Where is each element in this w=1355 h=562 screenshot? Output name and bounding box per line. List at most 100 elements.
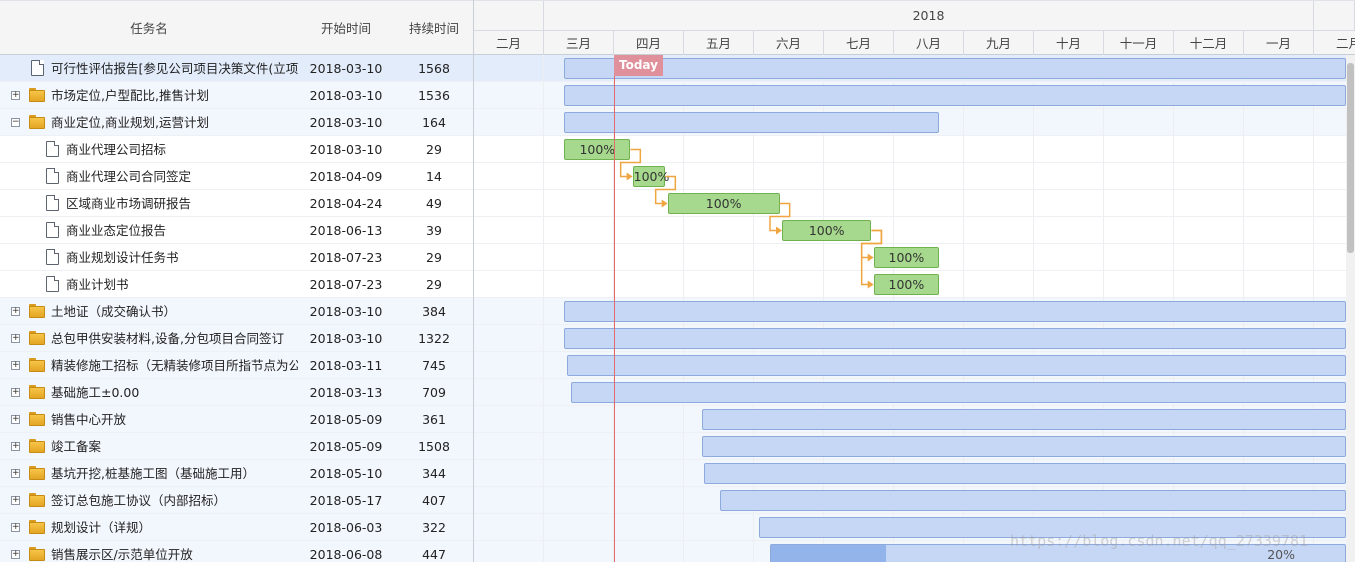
task-name: 商业代理公司招标 [66,142,167,157]
dependency-link[interactable] [619,148,642,178]
task-duration: 361 [422,412,446,427]
task-start-date: 2018-03-10 [309,331,383,346]
task-start-date: 2018-06-13 [309,223,383,238]
table-row[interactable]: + 签订总包施工协议（内部招标） 2018-05-17 407 [0,487,473,514]
scrollbar-thumb[interactable] [1347,63,1354,253]
expand-icon[interactable]: + [11,550,20,559]
task-start-date: 2018-05-09 [309,412,383,427]
document-icon [46,195,59,211]
task-start-date: 2018-03-10 [309,88,383,103]
collapse-icon[interactable]: − [11,118,20,127]
document-icon [46,249,59,265]
table-row[interactable]: 商业计划书 2018-07-23 29 [0,271,473,298]
task-start-date: 2018-06-08 [309,547,383,562]
column-header-duration[interactable]: 持续时间 [394,1,473,56]
task-name: 区域商业市场调研报告 [66,196,192,211]
task-start-date: 2018-06-03 [309,520,383,535]
table-row[interactable]: + 精装修施工招标（无精装修项目所指节点为公开 2018-03-11 745 [0,352,473,379]
task-duration: 384 [422,304,446,319]
expand-icon[interactable]: + [11,469,20,478]
link-arrow-icon [776,226,782,235]
task-name: 基坑开挖,桩基施工图（基础施工用） [51,466,255,481]
task-name: 总包甲供安装材料,设备,分包项目合同签订 [51,331,284,346]
dependency-link[interactable] [654,175,677,205]
task-duration: 39 [426,223,442,238]
task-duration: 709 [422,385,446,400]
document-icon [46,222,59,238]
table-row[interactable]: + 竣工备案 2018-05-09 1508 [0,433,473,460]
table-row[interactable]: 商业规划设计任务书 2018-07-23 29 [0,244,473,271]
table-row[interactable]: 商业代理公司招标 2018-03-10 29 [0,136,473,163]
task-name: 竣工备案 [51,439,102,454]
task-name: 商业业态定位报告 [66,223,167,238]
dependency-links [619,148,883,289]
folder-icon [29,520,45,534]
table-row[interactable]: + 销售展示区/示范单位开放 2018-06-08 447 [0,541,473,562]
task-name: 商业代理公司合同签定 [66,169,192,184]
expand-icon[interactable]: + [11,307,20,316]
expand-icon[interactable]: + [11,361,20,370]
folder-icon [29,412,45,426]
table-row[interactable]: + 市场定位,户型配比,推售计划 2018-03-10 1536 [0,82,473,109]
task-start-date: 2018-05-09 [309,439,383,454]
task-start-date: 2018-03-10 [309,142,383,157]
expand-icon[interactable]: + [11,523,20,532]
grid-header: 任务名 开始时间 持续时间 [0,0,473,56]
column-header-task-name[interactable]: 任务名 [0,1,298,56]
expand-icon[interactable]: + [11,91,20,100]
task-duration: 745 [422,358,446,373]
table-row[interactable]: + 销售中心开放 2018-05-09 361 [0,406,473,433]
table-row[interactable]: 可行性评估报告[参见公司项目决策文件(立项)] 2018-03-10 1568 [0,55,473,82]
table-row[interactable]: + 基础施工±0.00 2018-03-13 709 [0,379,473,406]
task-name: 销售展示区/示范单位开放 [51,547,193,562]
task-grid: 任务名 开始时间 持续时间 可行性评估报告[参见公司项目决策文件(立项)] 201… [0,0,474,562]
document-icon [31,60,44,76]
task-name: 商业定位,商业规划,运营计划 [51,115,209,130]
task-name: 基础施工±0.00 [51,385,140,400]
task-start-date: 2018-07-23 [309,250,383,265]
table-row[interactable]: 区域商业市场调研报告 2018-04-24 49 [0,190,473,217]
task-duration: 1536 [418,88,450,103]
table-row[interactable]: 商业业态定位报告 2018-06-13 39 [0,217,473,244]
folder-icon [29,385,45,399]
task-duration: 29 [426,250,442,265]
dependency-link[interactable] [769,202,791,232]
expand-icon[interactable]: + [11,415,20,424]
task-duration: 322 [422,520,446,535]
task-name: 规划设计（详规） [51,520,152,535]
table-row[interactable]: + 总包甲供安装材料,设备,分包项目合同签订 2018-03-10 1322 [0,325,473,352]
task-name: 可行性评估报告[参见公司项目决策文件(立项)] [51,61,298,76]
task-duration: 29 [426,142,442,157]
folder-icon [29,115,45,129]
task-start-date: 2018-03-10 [309,304,383,319]
expand-icon[interactable]: + [11,496,20,505]
table-row[interactable]: + 规划设计（详规） 2018-06-03 322 [0,514,473,541]
task-name: 市场定位,户型配比,推售计划 [51,88,209,103]
expand-icon[interactable]: + [11,334,20,343]
expand-icon[interactable]: + [11,388,20,397]
task-name: 销售中心开放 [51,412,127,427]
task-start-date: 2018-03-10 [309,61,383,76]
table-row[interactable]: + 基坑开挖,桩基施工图（基础施工用） 2018-05-10 344 [0,460,473,487]
document-icon [46,168,59,184]
expand-icon[interactable]: + [11,442,20,451]
table-row[interactable]: + 土地证（成交确认书） 2018-03-10 384 [0,298,473,325]
table-row[interactable]: − 商业定位,商业规划,运营计划 2018-03-10 164 [0,109,473,136]
link-arrow-icon [867,253,874,262]
today-marker-line [614,55,615,562]
vertical-scrollbar[interactable] [1346,55,1355,562]
table-row[interactable]: 商业代理公司合同签定 2018-04-09 14 [0,163,473,190]
task-name: 精装修施工招标（无精装修项目所指节点为公开 [51,358,298,373]
link-arrow-icon [626,172,633,181]
document-icon [46,276,59,292]
folder-icon [29,304,45,318]
task-duration: 447 [422,547,446,562]
folder-icon [29,88,45,102]
column-header-start-time[interactable]: 开始时间 [298,1,394,56]
task-start-date: 2018-07-23 [309,277,383,292]
folder-icon [29,493,45,507]
task-start-date: 2018-03-10 [309,115,383,130]
task-duration: 1322 [418,331,450,346]
link-arrow-icon [867,280,874,289]
task-name: 商业计划书 [66,277,129,292]
